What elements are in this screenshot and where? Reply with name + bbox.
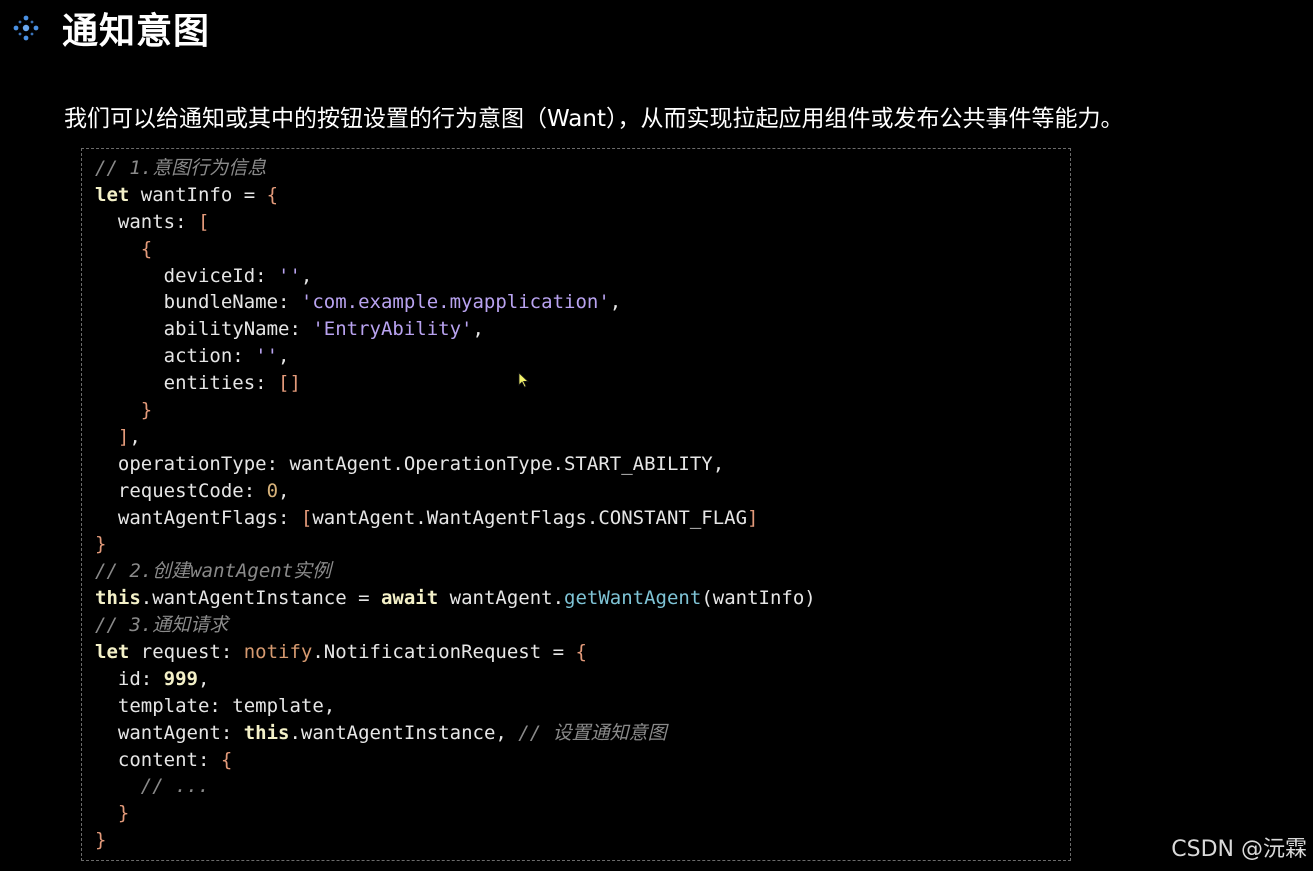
code-token: requestCode: xyxy=(95,479,267,502)
code-token: .NotificationRequest = xyxy=(312,641,576,664)
code-line: id: 999, xyxy=(95,666,816,693)
code-token: let xyxy=(95,641,130,664)
code-token: , xyxy=(278,479,290,502)
code-line: // 1.意图行为信息 xyxy=(95,155,816,182)
code-line: deviceId: '', xyxy=(95,263,816,290)
code-token: wantAgent. xyxy=(438,587,565,610)
code-line: } xyxy=(95,800,816,827)
code-line: template: template, xyxy=(95,693,816,720)
code-line: operationType: wantAgent.OperationType.S… xyxy=(95,451,816,478)
page-title: 通知意图 xyxy=(62,11,211,52)
code-token: , xyxy=(472,318,484,341)
code-line: content: { xyxy=(95,747,816,774)
code-token: 'com.example.myapplication' xyxy=(300,291,610,314)
code-line: entities: [] xyxy=(95,370,816,397)
code-content: // 1.意图行为信息 let wantInfo = { wants: [ { d… xyxy=(95,155,816,854)
code-token: wantAgentFlags: xyxy=(95,506,301,529)
code-token: this xyxy=(243,721,290,744)
code-token: wants: xyxy=(95,210,198,233)
code-token: template: template, xyxy=(95,694,336,717)
code-token: wantAgent.WantAgentFlags.CONSTANT_FLAG xyxy=(312,506,748,529)
code-line: } xyxy=(95,827,816,854)
code-token: action: xyxy=(95,345,256,368)
code-token: 0 xyxy=(266,479,279,502)
code-token: { xyxy=(575,641,587,664)
code-token: , xyxy=(197,667,210,690)
code-token: '' xyxy=(255,345,279,368)
code-token: getWantAgent xyxy=(564,587,702,610)
code-token: [ xyxy=(300,506,313,529)
code-token: request: xyxy=(129,641,244,664)
code-token: , xyxy=(609,291,622,314)
code-token: { xyxy=(266,183,279,206)
code-token: abilityName: xyxy=(95,318,313,341)
code-token: [] xyxy=(278,372,301,395)
code-token: // 1.意图行为信息 xyxy=(95,157,267,179)
code-line: action: '', xyxy=(95,343,816,370)
code-token: id: xyxy=(95,667,164,690)
code-token: 'EntryAbility' xyxy=(312,318,473,341)
code-line: ], xyxy=(95,424,816,451)
code-line: requestCode: 0, xyxy=(95,478,816,505)
code-token: // 3.通知请求 xyxy=(95,614,229,637)
code-token: // ... xyxy=(140,775,210,798)
code-token: content: xyxy=(95,748,221,771)
code-token: , xyxy=(300,264,313,287)
code-block: // 1.意图行为信息 let wantInfo = { wants: [ { d… xyxy=(81,148,1071,861)
code-token: , xyxy=(278,345,290,368)
code-token: // 2.创建wantAgent实例 xyxy=(95,560,332,583)
code-token: .wantAgentInstance = xyxy=(140,587,381,610)
intro-paragraph: 我们可以给通知或其中的按钮设置的行为意图（Want），从而实现拉起应用组件或发布… xyxy=(64,106,1124,132)
code-line: bundleName: 'com.example.myapplication', xyxy=(95,289,816,316)
code-token: } xyxy=(95,829,107,852)
code-token: [ xyxy=(197,210,210,233)
code-token: wantInfo = xyxy=(129,183,267,206)
code-line: } xyxy=(95,397,816,424)
code-token: operationType: wantAgent.OperationType.S… xyxy=(95,452,725,475)
title-row: 通知意图 xyxy=(10,4,210,52)
code-token: await xyxy=(380,587,439,610)
mouse-pointer-icon xyxy=(518,372,530,388)
code-token: .wantAgentInstance, xyxy=(289,721,519,744)
code-token: ] xyxy=(117,425,130,448)
code-token: } xyxy=(140,399,153,422)
code-token: let xyxy=(95,183,130,206)
code-token: entities: xyxy=(95,372,279,395)
code-line: // ... xyxy=(95,773,816,800)
code-line: this.wantAgentInstance = await wantAgent… xyxy=(95,585,816,612)
code-token: // 设置通知意图 xyxy=(518,721,667,744)
code-token: } xyxy=(117,802,130,825)
code-token: '' xyxy=(278,264,301,287)
code-token: , xyxy=(129,425,141,448)
code-line: // 2.创建wantAgent实例 xyxy=(95,558,816,585)
code-token: } xyxy=(95,533,107,556)
code-token: { xyxy=(140,237,153,260)
sparkle-diamond-icon xyxy=(10,12,42,44)
code-token: (wantInfo) xyxy=(701,587,816,610)
code-token: this xyxy=(95,587,141,610)
code-token: notify xyxy=(243,641,313,664)
code-line: { xyxy=(95,236,816,263)
code-line: wantAgentFlags: [wantAgent.WantAgentFlag… xyxy=(95,505,816,532)
code-line: } xyxy=(95,531,816,558)
code-token: wantAgent: xyxy=(95,721,244,744)
code-line: // 3.通知请求 xyxy=(95,612,816,639)
code-line: wants: [ xyxy=(95,209,816,236)
code-token: 999 xyxy=(163,667,198,690)
code-line: let wantInfo = { xyxy=(95,182,816,209)
code-line: abilityName: 'EntryAbility', xyxy=(95,316,816,343)
code-token: ] xyxy=(747,506,759,529)
watermark: CSDN @沅霖 xyxy=(1171,837,1307,862)
code-line: wantAgent: this.wantAgentInstance, // 设置… xyxy=(95,720,816,747)
code-token: bundleName: xyxy=(95,291,301,314)
code-token: deviceId: xyxy=(95,264,279,287)
code-line: let request: notify.NotificationRequest … xyxy=(95,639,816,666)
code-token: { xyxy=(220,748,233,771)
